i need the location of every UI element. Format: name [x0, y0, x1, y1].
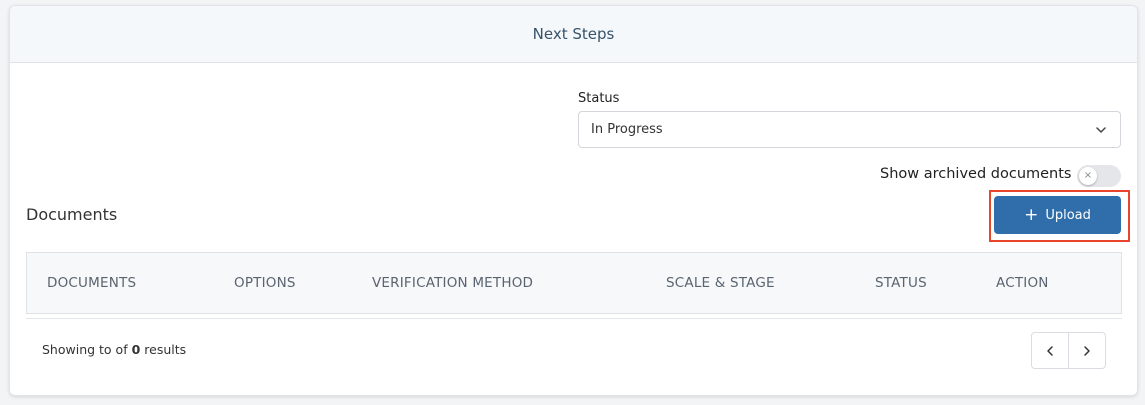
table-divider [26, 318, 1122, 319]
results-summary: Showing to of 0 results [42, 342, 186, 357]
column-header-status[interactable]: STATUS [875, 253, 927, 313]
column-header-verification-method[interactable]: VERIFICATION METHOD [372, 253, 533, 313]
chevron-left-icon [1047, 345, 1053, 356]
previous-page-button[interactable] [1032, 333, 1068, 368]
status-value: In Progress [591, 122, 663, 137]
column-header-scale-stage[interactable]: SCALE & STAGE [666, 253, 775, 313]
column-header-documents[interactable]: DOCUMENTS [47, 253, 136, 313]
results-count: 0 [131, 342, 141, 357]
panel-header: Next Steps [10, 6, 1137, 63]
documents-title: Documents [26, 205, 118, 224]
upload-button-label: Upload [1045, 207, 1091, 223]
plus-icon: + [1024, 204, 1039, 225]
column-header-options[interactable]: OPTIONS [234, 253, 296, 313]
close-icon: × [1079, 167, 1097, 185]
upload-button[interactable]: + Upload [994, 196, 1121, 234]
pagination [1031, 332, 1106, 369]
panel-title: Next Steps [532, 25, 615, 43]
next-page-button[interactable] [1068, 333, 1105, 368]
results-prefix: Showing to of [42, 342, 128, 357]
chevron-right-icon [1084, 345, 1090, 356]
status-label: Status [578, 91, 620, 106]
show-archived-toggle[interactable]: × [1077, 165, 1121, 187]
column-header-action[interactable]: ACTION [996, 253, 1049, 313]
show-archived-label: Show archived documents [880, 166, 1072, 182]
next-steps-panel: Next Steps Status In Progress Show archi… [9, 5, 1138, 396]
chevron-down-icon [1096, 126, 1106, 133]
documents-table: DOCUMENTS OPTIONS VERIFICATION METHOD SC… [26, 252, 1122, 314]
status-select[interactable]: In Progress [578, 111, 1121, 148]
results-suffix: results [144, 342, 187, 357]
